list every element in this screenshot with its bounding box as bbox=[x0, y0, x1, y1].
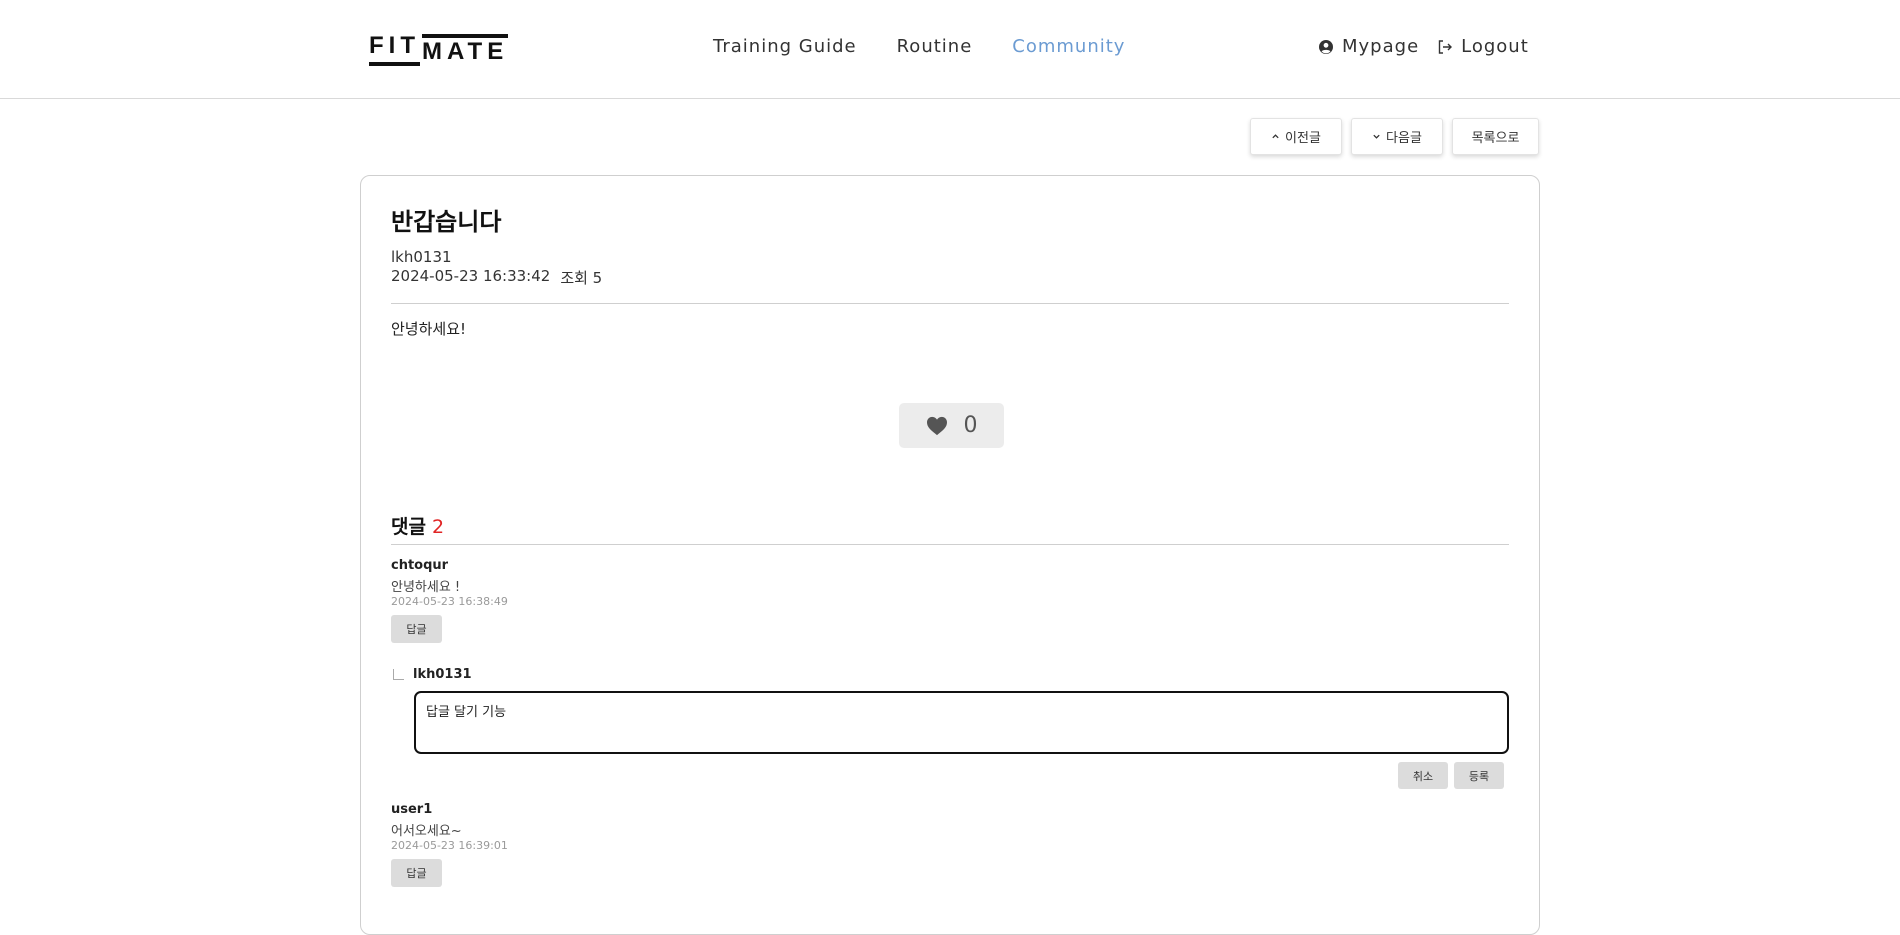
nav-routine[interactable]: Routine bbox=[897, 36, 973, 57]
post-views: 조회 5 bbox=[560, 269, 603, 287]
comments-divider bbox=[391, 544, 1509, 545]
prev-post-label: 이전글 bbox=[1285, 131, 1321, 146]
comments-title: 댓글 bbox=[391, 516, 426, 538]
mypage-link[interactable]: Mypage bbox=[1318, 36, 1419, 57]
comment-user: user1 bbox=[391, 802, 433, 817]
comments-count: 2 bbox=[431, 516, 445, 538]
nav-community[interactable]: Community bbox=[1012, 36, 1125, 57]
post-datetime: 2024-05-23 16:33:42 bbox=[391, 267, 551, 285]
logout-icon bbox=[1438, 39, 1453, 54]
comment-text: 어서오세요~ bbox=[391, 824, 462, 839]
user-circle-icon bbox=[1319, 39, 1333, 54]
main-nav: Training Guide Routine Community bbox=[713, 36, 1125, 57]
logout-label: Logout bbox=[1461, 36, 1529, 57]
post-card: 반갑습니다 lkh0131 2024-05-23 16:33:42 조회 5 안… bbox=[360, 175, 1540, 935]
comment-date: 2024-05-23 16:38:49 bbox=[391, 595, 508, 608]
prev-post-button[interactable]: 이전글 bbox=[1250, 118, 1342, 155]
post-navigation: 이전글 다음글 목록으로 bbox=[1250, 118, 1539, 155]
comment-text: 안녕하세요 ! bbox=[391, 580, 461, 595]
comments-heading: 댓글 2 bbox=[391, 512, 444, 539]
like-count: 0 bbox=[963, 413, 978, 438]
reply-form-user: lkh0131 bbox=[413, 667, 472, 682]
reply-indent-marker bbox=[393, 669, 404, 680]
post-meta: 2024-05-23 16:33:42 조회 5 bbox=[391, 267, 602, 288]
user-nav: Mypage Logout bbox=[1318, 36, 1529, 57]
like-button[interactable]: 0 bbox=[899, 403, 1004, 448]
mypage-label: Mypage bbox=[1342, 36, 1420, 57]
next-post-button[interactable]: 다음글 bbox=[1351, 118, 1443, 155]
post-author: lkh0131 bbox=[391, 248, 452, 266]
post-title: 반갑습니다 bbox=[391, 208, 502, 236]
back-to-list-button[interactable]: 목록으로 bbox=[1452, 118, 1539, 155]
reply-submit-button[interactable]: 등록 bbox=[1454, 762, 1504, 789]
comment-date: 2024-05-23 16:39:01 bbox=[391, 839, 508, 852]
next-post-label: 다음글 bbox=[1386, 131, 1422, 146]
chevron-down-icon bbox=[1373, 134, 1380, 139]
fitmate-logo[interactable]: FIT MATE bbox=[369, 30, 509, 66]
site-header: FIT MATE Training Guide Routine Communit… bbox=[0, 0, 1900, 99]
logo-mate-text: MATE bbox=[422, 34, 509, 64]
reply-cancel-button[interactable]: 취소 bbox=[1398, 762, 1448, 789]
reply-textarea[interactable]: 답글 달기 기능 bbox=[414, 691, 1509, 754]
chevron-up-icon bbox=[1272, 134, 1279, 139]
reply-button[interactable]: 답글 bbox=[391, 859, 442, 887]
reply-button[interactable]: 답글 bbox=[391, 615, 442, 643]
post-content: 안녕하세요! bbox=[391, 320, 467, 338]
logo-fit-text: FIT bbox=[369, 34, 420, 66]
heart-icon bbox=[926, 416, 947, 435]
nav-training-guide[interactable]: Training Guide bbox=[713, 36, 857, 57]
title-divider bbox=[391, 303, 1509, 304]
comment-user: chtoqur bbox=[391, 558, 449, 573]
logout-link[interactable]: Logout bbox=[1437, 36, 1529, 57]
